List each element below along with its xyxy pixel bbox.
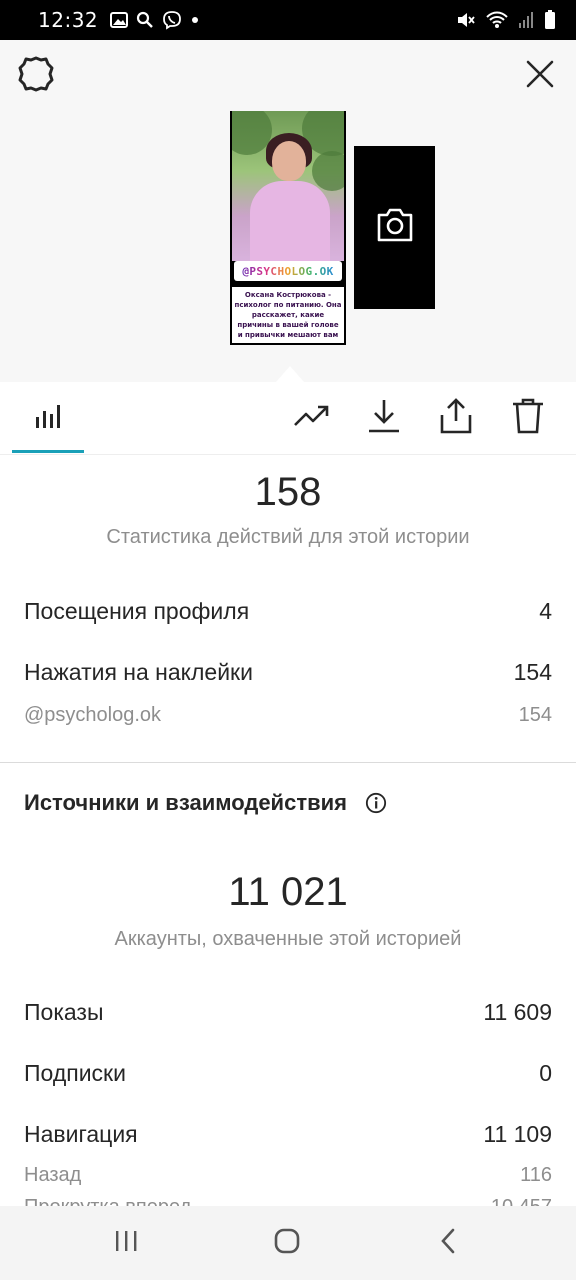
row-value: 154 (518, 704, 552, 726)
story-caption: Оксана Кострюкова - психолог по питанию.… (232, 287, 344, 343)
image-icon (110, 12, 129, 28)
bar-chart-icon (34, 403, 62, 434)
reach-total: 11 021 (228, 870, 348, 914)
home-button[interactable] (257, 1220, 317, 1266)
reach-section-title: Источники и взаимодействия (24, 790, 387, 816)
row-label: Назад (24, 1164, 82, 1186)
info-icon[interactable] (365, 792, 387, 814)
row-navigation: Навигация 11 109 (24, 1121, 552, 1148)
active-tab-indicator (12, 450, 84, 453)
story-toolbar (0, 382, 576, 454)
actions-subtitle: Статистика действий для этой истории (106, 526, 470, 548)
row-profile-visits: Посещения профиля 4 (24, 598, 552, 625)
home-icon (273, 1227, 301, 1260)
row-label: Навигация (24, 1121, 138, 1147)
section-title-text: Источники и взаимодействия (24, 790, 347, 815)
battery-icon (544, 10, 556, 30)
share-icon (439, 397, 473, 440)
row-value: 116 (520, 1164, 552, 1186)
section-divider (0, 762, 576, 763)
dot-icon (190, 15, 200, 25)
row-impressions: Показы 11 609 (24, 999, 552, 1026)
close-icon (525, 59, 555, 94)
tab-insights[interactable] (12, 382, 84, 454)
row-back: Назад 116 (24, 1164, 552, 1187)
reach-subtitle: Аккаунты, охваченные этой историей (114, 928, 462, 950)
row-label: Нажатия на наклейки (24, 659, 253, 685)
status-left-icons (110, 10, 200, 30)
download-icon (367, 398, 401, 439)
story-preview-area: @PSYCHOLOG.OK Оксана Кострюкова - психол… (0, 40, 576, 382)
mute-icon (456, 11, 476, 29)
selected-story-pointer (276, 366, 304, 382)
camera-icon (375, 207, 415, 248)
row-label: Показы (24, 999, 104, 1025)
row-value: 11 109 (483, 1121, 552, 1147)
next-story-thumbnail[interactable] (354, 146, 435, 309)
download-button[interactable] (360, 394, 408, 442)
mention-sticker-text: @PSYCHOLOG.OK (242, 264, 334, 278)
trending-icon (293, 403, 331, 434)
recents-button[interactable] (96, 1220, 156, 1266)
trash-icon (511, 397, 545, 440)
row-sticker-taps: Нажатия на наклейки 154 (24, 659, 552, 686)
row-label: @psycholog.ok (24, 704, 162, 726)
row-value: 4 (539, 598, 552, 624)
promote-button[interactable] (288, 394, 336, 442)
story-thumbnail[interactable]: @PSYCHOLOG.OK Оксана Кострюкова - психол… (230, 111, 346, 345)
mention-sticker: @PSYCHOLOG.OK (234, 261, 342, 281)
wifi-icon (486, 11, 508, 29)
share-button[interactable] (432, 394, 480, 442)
story-photo (232, 111, 344, 261)
recents-icon (113, 1229, 139, 1258)
status-right-icons (456, 10, 556, 30)
row-sticker-mention[interactable]: @psycholog.ok 154 (24, 704, 552, 727)
delete-button[interactable] (504, 394, 552, 442)
row-label: Посещения профиля (24, 598, 250, 624)
row-value: 154 (513, 659, 552, 685)
settings-button[interactable] (16, 56, 56, 96)
back-button[interactable] (418, 1220, 478, 1266)
search-icon (136, 11, 154, 29)
viber-icon (162, 10, 182, 30)
status-time: 12:32 (38, 8, 99, 32)
back-icon (438, 1227, 458, 1260)
status-bar: 12:32 (0, 0, 576, 40)
close-button[interactable] (520, 56, 560, 96)
row-label: Подписки (24, 1060, 126, 1086)
actions-total: 158 (254, 470, 322, 514)
system-nav-bar (0, 1206, 576, 1280)
row-value: 11 609 (483, 999, 552, 1025)
toolbar-divider (0, 454, 576, 455)
row-follows: Подписки 0 (24, 1060, 552, 1087)
signal-icon (518, 11, 534, 29)
row-value: 0 (539, 1060, 552, 1086)
gear-icon (17, 55, 55, 98)
